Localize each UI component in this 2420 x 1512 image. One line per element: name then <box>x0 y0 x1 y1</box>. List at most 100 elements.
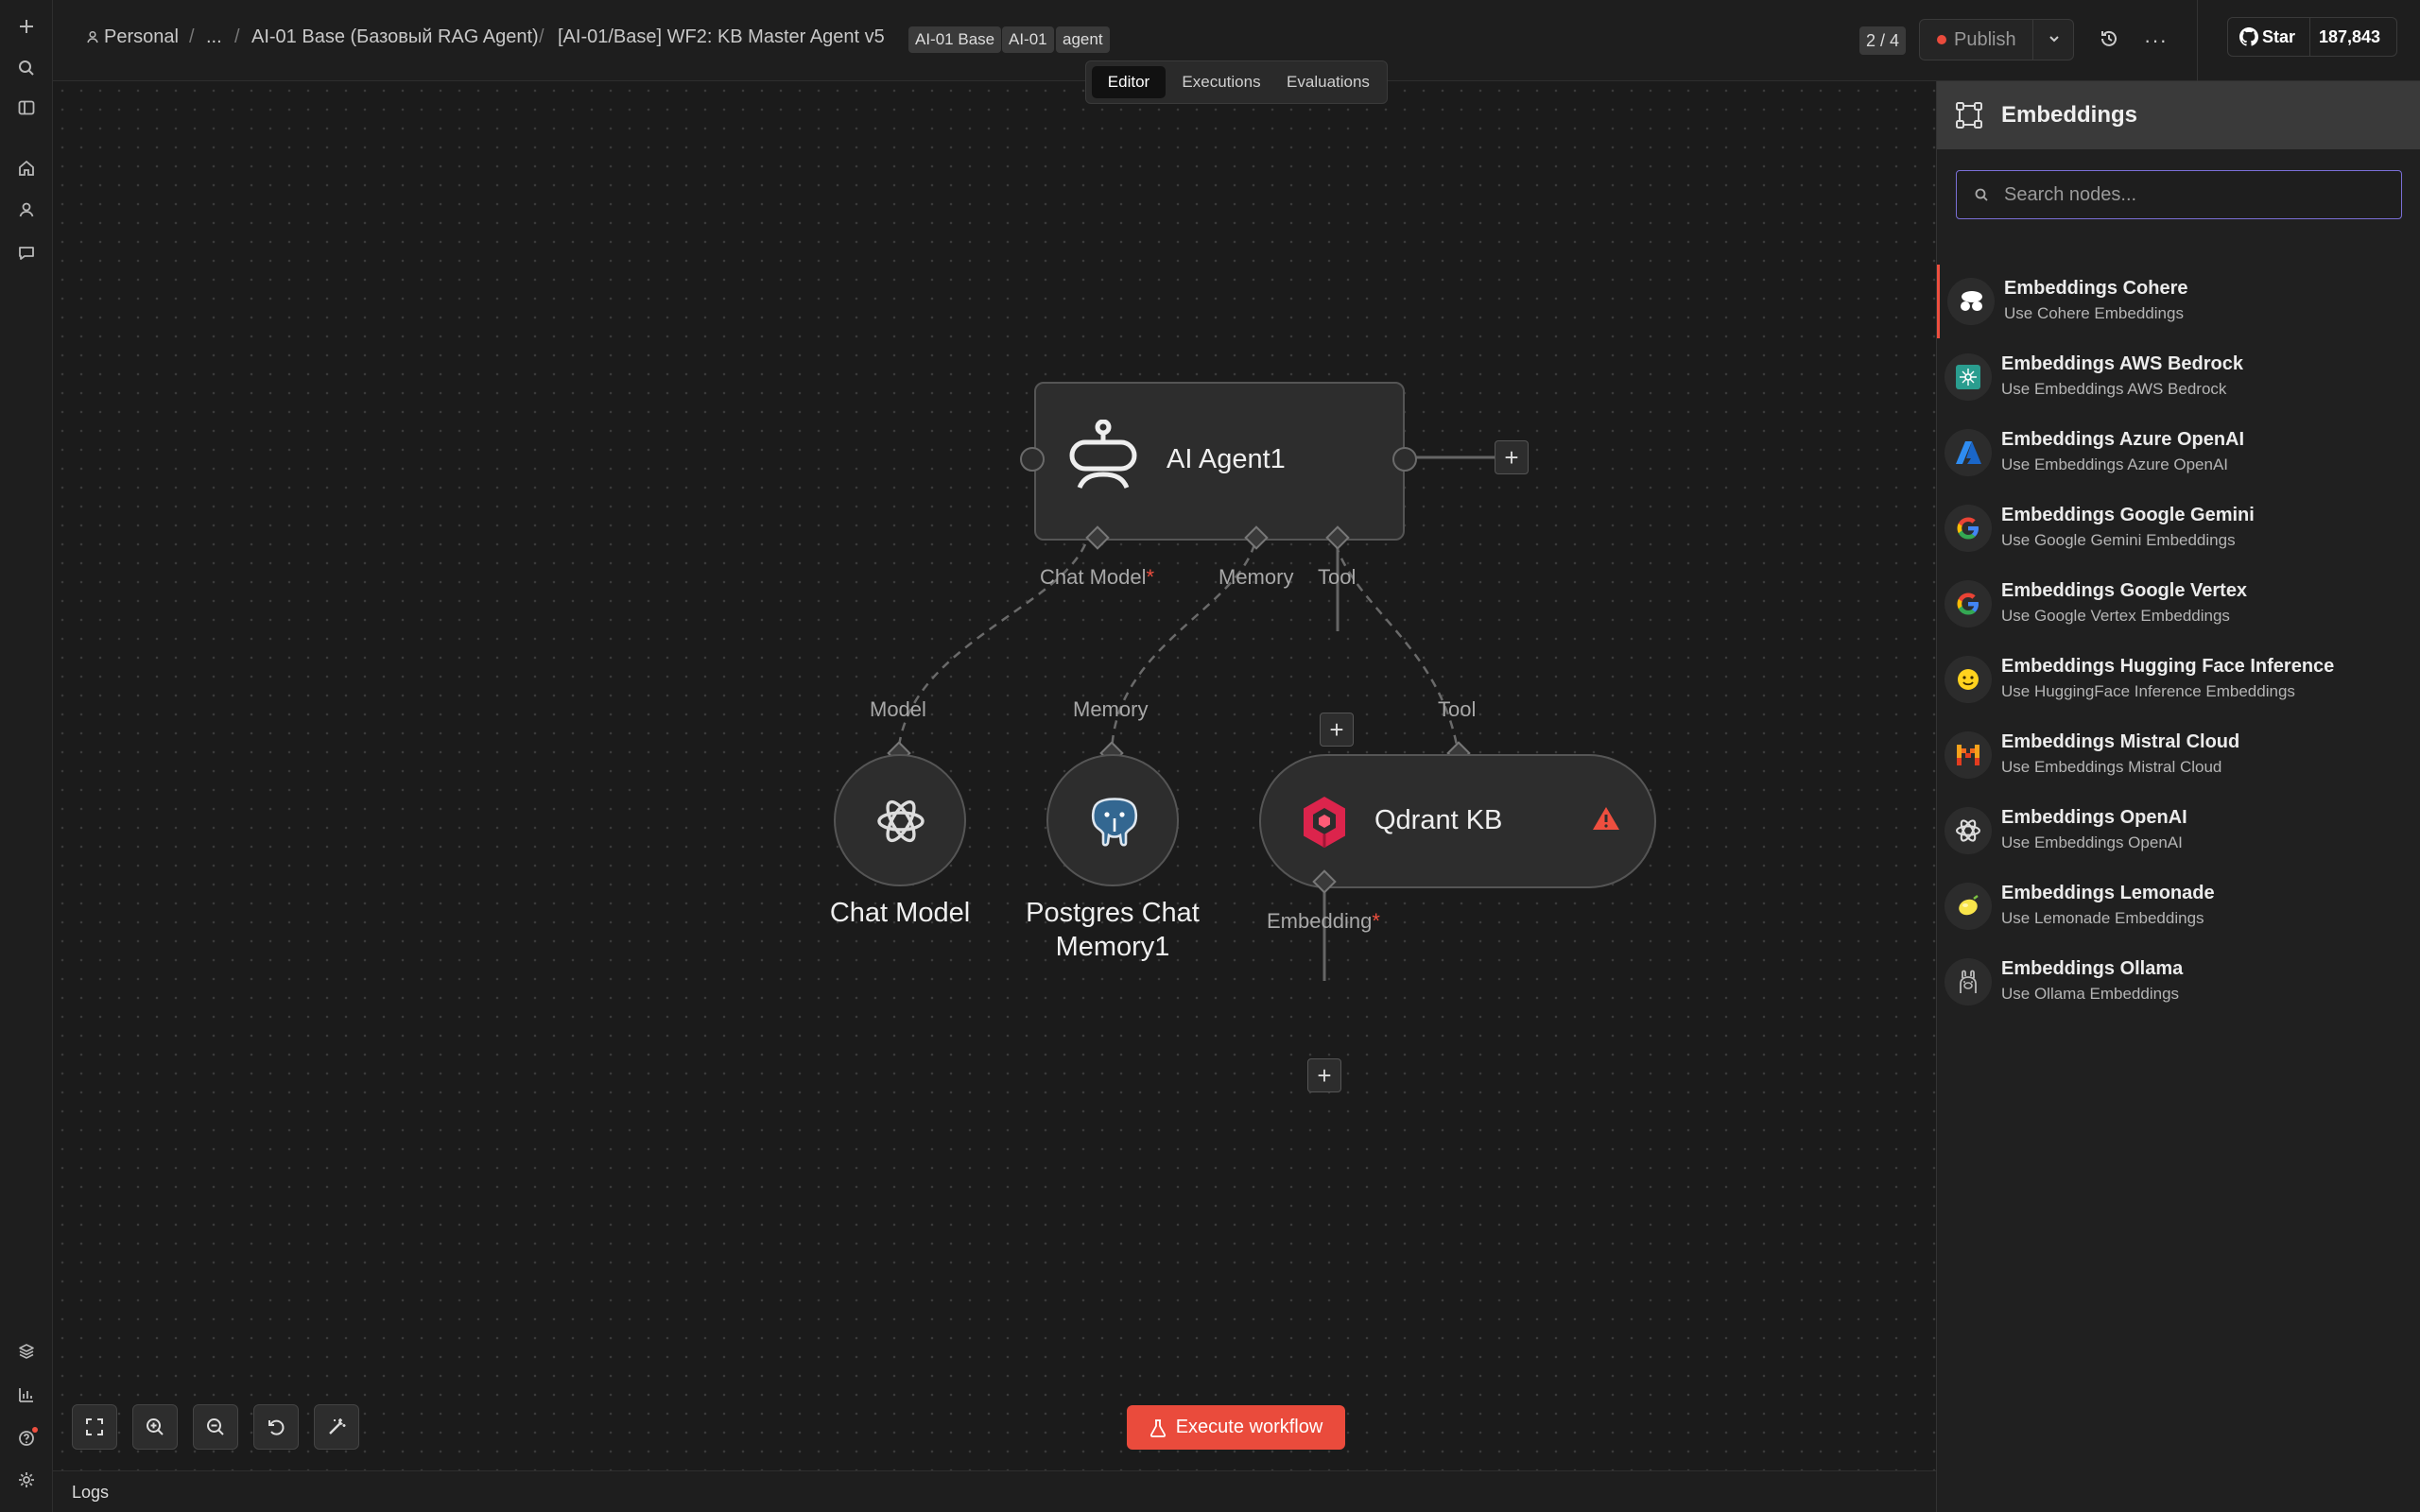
tidy-up-button[interactable] <box>314 1404 359 1450</box>
publish-button-group: Publish <box>1919 19 2074 60</box>
chevron-down-icon[interactable] <box>2047 31 2062 51</box>
workflow-canvas[interactable]: AI Agent1 + Chat Model* Memory Tool + Mo… <box>53 81 2411 1470</box>
node-item-description: Use Lemonade Embeddings <box>2001 909 2204 927</box>
sidebar-toggle-icon[interactable] <box>11 93 42 123</box>
github-star-button[interactable]: Star 187,843 <box>2227 17 2397 57</box>
qdrant-node-title: Qdrant KB <box>1374 805 1503 835</box>
breadcrumb-folder[interactable]: AI-01 Base (Базовый RAG Agent) <box>251 26 539 48</box>
add-tool-button[interactable]: + <box>1320 713 1354 747</box>
insights-chart-icon[interactable] <box>11 1380 42 1410</box>
view-tabs: Editor Executions Evaluations <box>1085 60 1388 104</box>
output-handle[interactable] <box>1392 447 1417 472</box>
node-item-description: Use Embeddings AWS Bedrock <box>2001 380 2227 398</box>
workflow-tag[interactable]: AI-01 <box>1002 26 1054 53</box>
input-handle[interactable] <box>1020 447 1045 472</box>
history-icon[interactable] <box>2099 28 2119 54</box>
lemonade-icon <box>1945 883 1992 930</box>
tab-executions[interactable]: Executions <box>1169 66 1273 98</box>
workflow-name[interactable]: [AI-01/Base] WF2: KB Master Agent v5 <box>558 26 885 48</box>
breadcrumb-separator: / <box>539 26 544 47</box>
node-list-item[interactable]: Embeddings Mistral Cloud Use Embeddings … <box>1937 718 2420 792</box>
more-options-icon[interactable]: ··· <box>2144 28 2168 53</box>
node-list-item[interactable]: Embeddings Google Vertex Use Google Vert… <box>1937 567 2420 641</box>
node-item-description: Use Google Vertex Embeddings <box>2001 607 2230 625</box>
node-list-item[interactable]: Embeddings Lemonade Use Lemonade Embeddi… <box>1937 869 2420 943</box>
tab-editor[interactable]: Editor <box>1092 66 1166 98</box>
warning-icon[interactable] <box>1592 805 1620 836</box>
home-icon[interactable] <box>11 153 42 183</box>
undo-icon <box>268 1419 285 1435</box>
node-list-item[interactable]: Embeddings Cohere Use Cohere Embeddings <box>1937 265 2420 338</box>
search-icon[interactable] <box>11 53 42 83</box>
publish-button[interactable]: Publish <box>1954 29 2016 51</box>
logs-panel-bar[interactable]: Logs <box>53 1470 1936 1512</box>
add-icon[interactable] <box>11 11 42 42</box>
templates-icon[interactable] <box>11 1336 42 1366</box>
help-icon[interactable] <box>11 1423 42 1453</box>
node-list-item[interactable]: Embeddings Google Gemini Use Google Gemi… <box>1937 491 2420 565</box>
undo-button[interactable] <box>253 1404 299 1450</box>
aws-bedrock-icon <box>1945 353 1992 401</box>
star-count: 187,843 <box>2319 27 2381 46</box>
mistral-icon <box>1945 731 1992 779</box>
node-creator-panel: Embeddings Embeddings Cohere Use Cohere … <box>1936 81 2420 1512</box>
node-list-item[interactable]: Embeddings Hugging Face Inference Use Hu… <box>1937 643 2420 716</box>
flask-icon <box>1150 1418 1166 1437</box>
tool-port-label: Tool <box>1318 565 1357 589</box>
breadcrumb-project[interactable]: Personal <box>104 26 179 48</box>
node-item-description: Use Embeddings Mistral Cloud <box>2001 758 2222 776</box>
node-list-item[interactable]: Embeddings OpenAI Use Embeddings OpenAI <box>1937 794 2420 868</box>
node-list-item[interactable]: Embeddings Ollama Use Ollama Embeddings <box>1937 945 2420 1019</box>
tab-evaluations[interactable]: Evaluations <box>1275 66 1381 98</box>
node-item-description: Use HuggingFace Inference Embeddings <box>2001 682 2295 700</box>
panel-title: Embeddings <box>2001 102 2138 128</box>
zoom-out-button[interactable] <box>193 1404 238 1450</box>
memory-input-label: Memory <box>1073 697 1149 721</box>
embedding-port-label: Embedding* <box>1267 909 1380 933</box>
settings-gear-icon[interactable] <box>11 1465 42 1495</box>
star-label: Star <box>2262 27 2296 46</box>
node-item-description: Use Embeddings Azure OpenAI <box>2001 455 2229 473</box>
postgres-memory-node[interactable] <box>1046 754 1179 886</box>
node-list-item[interactable]: Embeddings Azure OpenAI Use Embeddings A… <box>1937 416 2420 490</box>
notification-dot <box>32 1427 38 1433</box>
embeddings-category-icon <box>1956 102 1982 133</box>
chat-icon[interactable] <box>11 238 42 268</box>
azure-icon <box>1945 429 1992 476</box>
workflow-tag[interactable]: agent <box>1056 26 1110 53</box>
add-next-node-button[interactable]: + <box>1495 440 1529 474</box>
github-icon <box>2239 27 2258 51</box>
chat-model-node[interactable] <box>834 754 966 886</box>
ai-agent-node[interactable]: AI Agent1 <box>1034 382 1405 541</box>
breadcrumb-ellipsis[interactable]: ... <box>206 26 222 48</box>
person-icon <box>85 29 100 49</box>
left-sidebar <box>0 0 53 1512</box>
node-search-box <box>1956 170 2402 219</box>
cohere-icon <box>1947 278 1995 325</box>
huggingface-icon <box>1945 656 1992 703</box>
node-item-description: Use Ollama Embeddings <box>2001 985 2180 1003</box>
zoom-in-icon <box>147 1418 164 1435</box>
node-item-title: Embeddings Google Vertex <box>2001 580 2248 601</box>
panel-header: Embeddings <box>1937 81 2420 149</box>
version-badge[interactable]: 2 / 4 <box>1859 26 1907 55</box>
user-icon[interactable] <box>11 195 42 225</box>
node-item-title: Embeddings Ollama <box>2001 958 2184 979</box>
model-port-label: Model <box>870 697 926 721</box>
robot-icon <box>1064 419 1142 498</box>
zoom-in-button[interactable] <box>132 1404 178 1450</box>
search-nodes-input[interactable] <box>2002 171 2390 218</box>
logs-label[interactable]: Logs <box>72 1483 109 1503</box>
magic-wand-icon <box>329 1418 346 1435</box>
breadcrumb-separator: / <box>189 26 195 47</box>
add-embedding-button[interactable]: + <box>1307 1058 1341 1092</box>
zoom-to-fit-button[interactable] <box>72 1404 117 1450</box>
node-item-description: Use Google Gemini Embeddings <box>2001 531 2236 549</box>
node-item-title: Embeddings Cohere <box>2004 278 2188 299</box>
node-list-item[interactable]: Embeddings AWS Bedrock Use Embeddings AW… <box>1937 340 2420 414</box>
execute-workflow-button[interactable]: Execute workflow <box>1127 1405 1345 1450</box>
workflow-tag[interactable]: AI-01 Base <box>908 26 1002 53</box>
qdrant-kb-node[interactable]: Qdrant KB <box>1259 754 1656 888</box>
google-icon <box>1945 505 1992 552</box>
memory-port-label: Memory <box>1219 565 1294 589</box>
